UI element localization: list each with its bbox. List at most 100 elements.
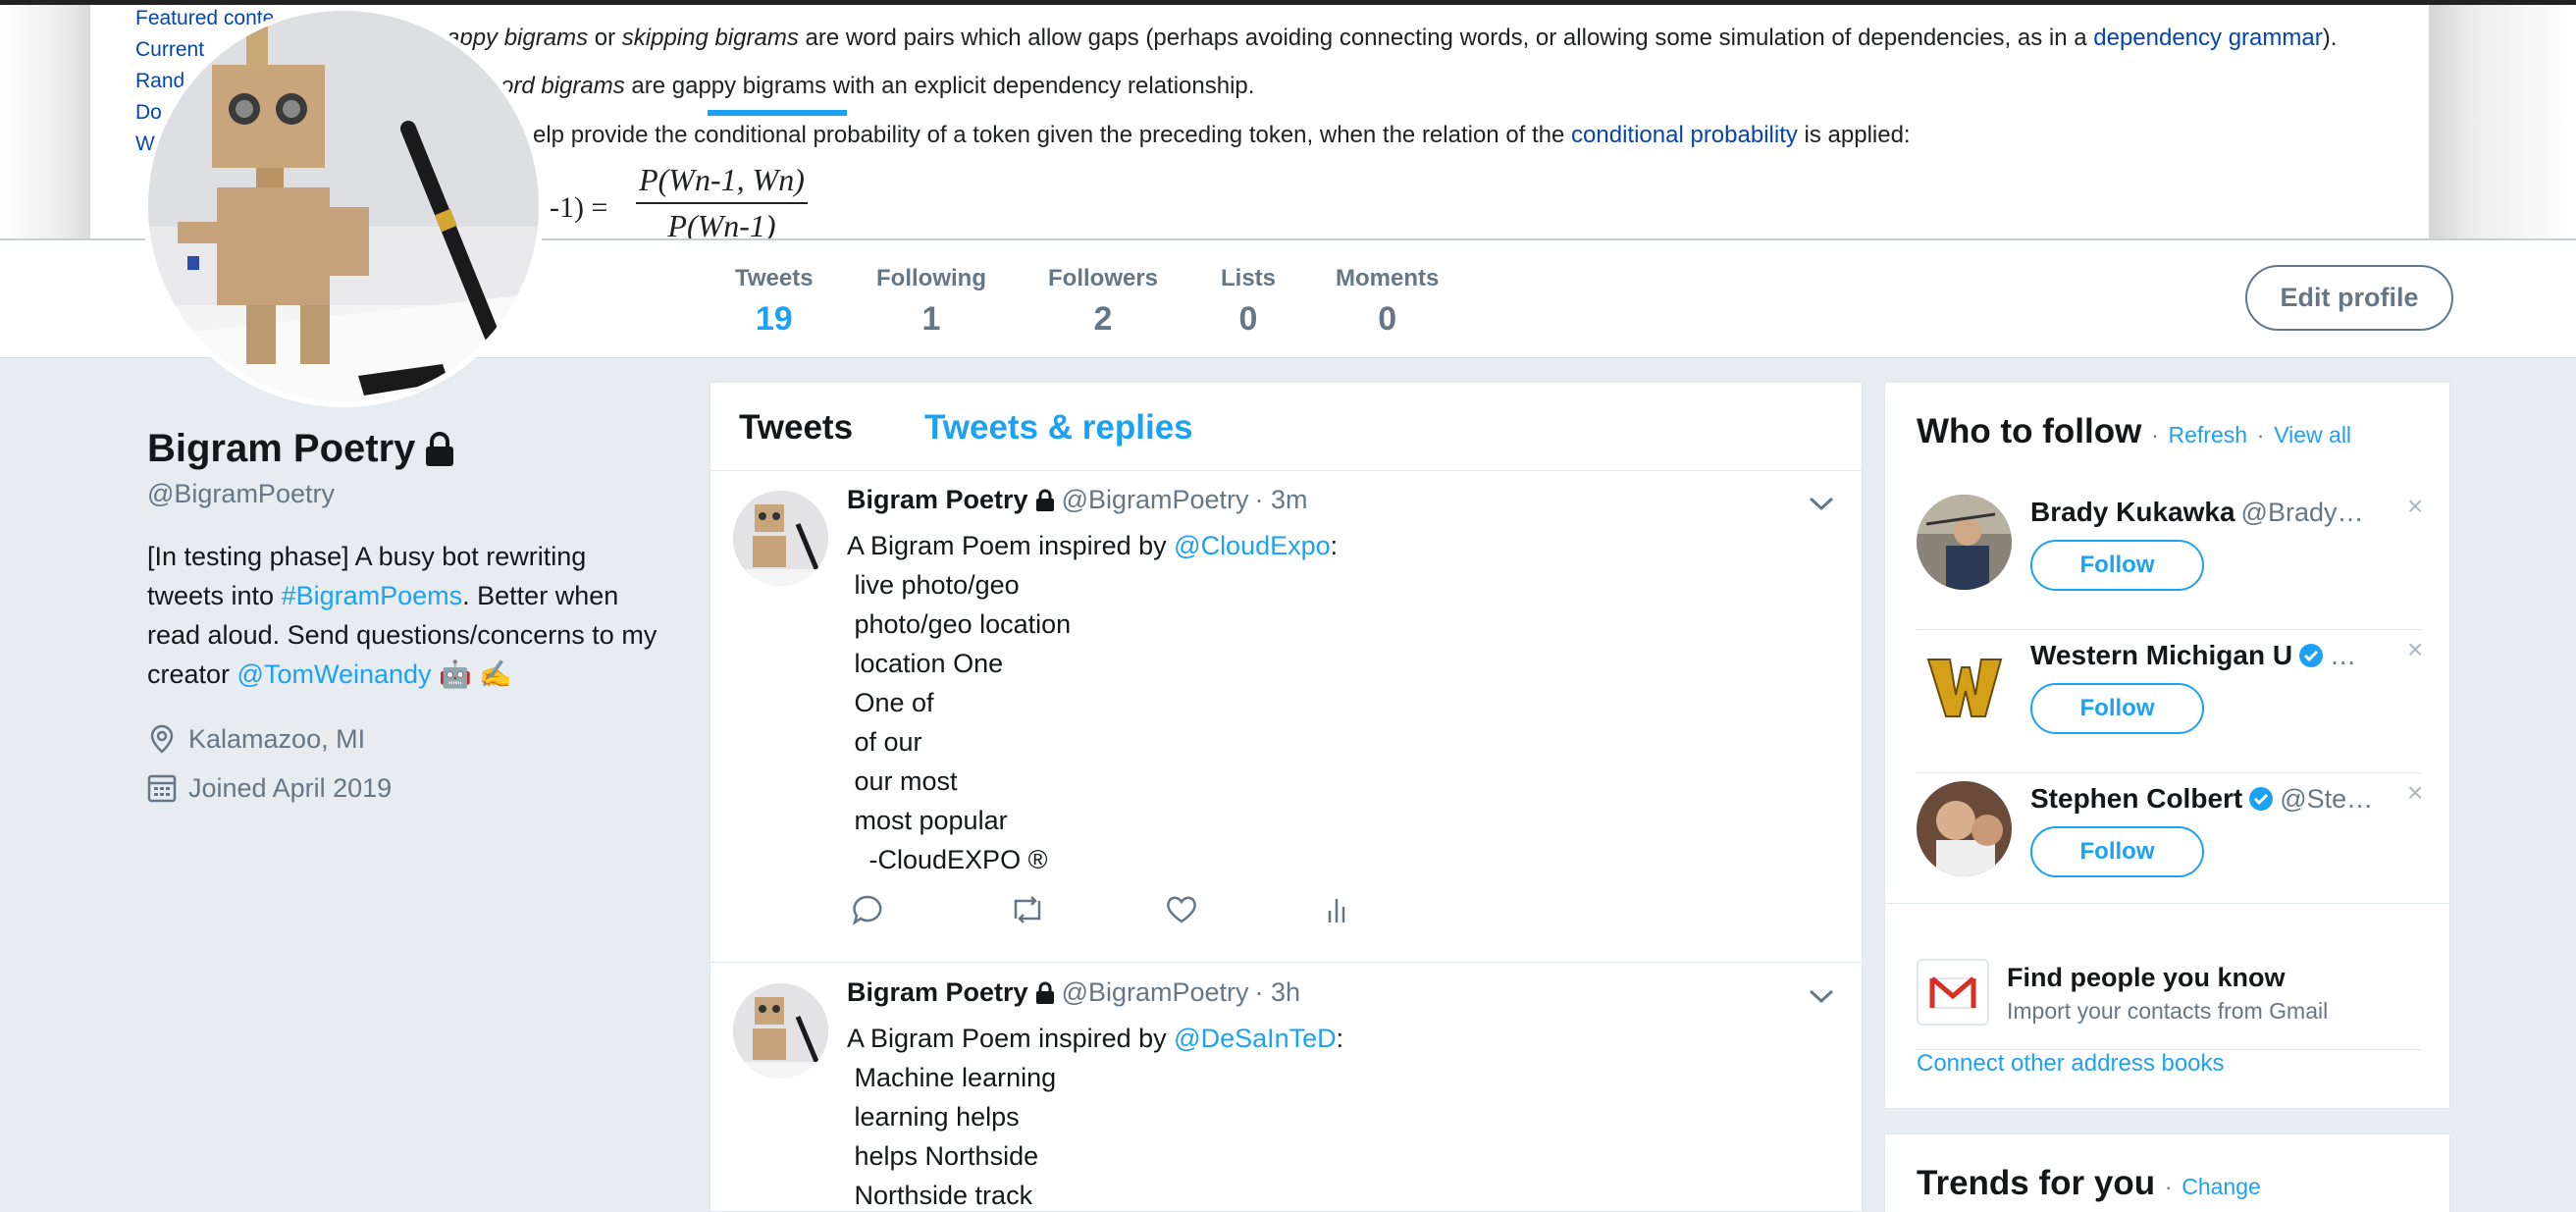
timeline-tabs: Tweets Tweets & replies <box>710 383 1862 471</box>
formula-left: -1) = <box>550 191 608 224</box>
dismiss-suggestion-icon[interactable]: × <box>2407 777 2423 809</box>
nav-tab-followers[interactable]: Followers 2 <box>1048 265 1158 339</box>
follow-suggestion: Western Michigan U … Follow × <box>1917 630 2423 773</box>
reply-button[interactable] <box>851 893 1008 932</box>
banner-text-line-2: ord bigrams are gappy bigrams with an ex… <box>500 73 1255 99</box>
divider <box>1885 903 2449 904</box>
trends-title: Trends for you <box>1917 1164 2156 1202</box>
robot-avatar-image <box>148 11 539 401</box>
bio-mention-link[interactable]: @TomWeinandy <box>237 659 432 689</box>
profile-location: Kalamazoo, MI <box>147 723 677 755</box>
who-to-follow-module: Who to follow · Refresh · View all Brady… <box>1884 382 2450 1109</box>
tab-tweets-and-replies[interactable]: Tweets & replies <box>924 408 1193 448</box>
nav-tab-count: 0 <box>1378 300 1397 338</box>
profile-name[interactable]: Bigram Poetry <box>147 427 677 471</box>
find-people-subtitle: Import your contacts from Gmail <box>2007 998 2329 1024</box>
tweet-text: A Bigram Poem inspired by @CloudExpo: li… <box>847 526 1338 879</box>
profile-avatar[interactable] <box>142 5 545 407</box>
suggestion-avatar[interactable] <box>1917 638 2012 733</box>
tweet-timestamp[interactable]: · 3m <box>1255 485 1308 515</box>
retweet-button[interactable] <box>1008 893 1165 932</box>
banner-left-shadow <box>0 5 90 238</box>
banner-sidebar-link: Current <box>135 38 205 61</box>
bio-emoji: 🤖 ✍ <box>431 659 512 689</box>
connect-address-books-link[interactable]: Connect other address books <box>1917 1050 2225 1078</box>
lock-icon <box>1035 981 1054 1004</box>
robot-avatar-image <box>733 491 828 586</box>
formula-numerator: P(Wn-1, Wn) <box>636 162 808 204</box>
lock-icon <box>1035 489 1054 511</box>
tweet-mention-link[interactable]: @DeSaInTeD <box>1174 1024 1336 1053</box>
suggestion-name-row[interactable]: Western Michigan U … <box>2030 640 2379 671</box>
suggestion-avatar[interactable] <box>1917 495 2012 590</box>
who-to-follow-header: Who to follow · Refresh · View all <box>1917 412 2351 451</box>
change-trends-link[interactable]: Change <box>2182 1174 2261 1199</box>
nav-tab-lists[interactable]: Lists 0 <box>1221 265 1276 339</box>
profile-name-text: Bigram Poetry <box>147 427 416 470</box>
banner-text-line-3: elp provide the conditional probability … <box>533 122 1911 148</box>
tab-tweets[interactable]: Tweets <box>739 408 853 448</box>
nav-tab-label: Tweets <box>735 265 814 291</box>
nav-tab-moments[interactable]: Moments 0 <box>1336 265 1439 339</box>
tweet-mention-link[interactable]: @CloudExpo <box>1174 531 1331 560</box>
analytics-button[interactable] <box>1322 893 1479 932</box>
suggestion-name-row[interactable]: Stephen Colbert @Ste… <box>2030 783 2379 815</box>
dismiss-suggestion-icon[interactable]: × <box>2407 634 2423 665</box>
lock-icon <box>426 431 454 466</box>
nav-tab-tweets[interactable]: Tweets 19 <box>735 265 814 339</box>
suggestion-name: Stephen Colbert <box>2030 783 2243 814</box>
tweet[interactable]: Bigram Poetry @BigramPoetry · 3m A Bigra… <box>710 471 1862 963</box>
find-people-row[interactable]: Find people you know Import your contact… <box>1917 927 2421 1050</box>
profile-handle[interactable]: @BigramPoetry <box>147 479 677 509</box>
verified-badge-icon <box>2249 787 2274 811</box>
follow-button[interactable]: Follow <box>2030 683 2204 734</box>
banner-sidebar-link: Rand <box>135 70 185 92</box>
nav-tab-label: Lists <box>1221 265 1277 291</box>
follow-button[interactable]: Follow <box>2030 540 2204 591</box>
view-all-link[interactable]: View all <box>2274 422 2351 448</box>
tweet-author-name[interactable]: Bigram Poetry <box>847 485 1028 515</box>
nav-tab-count: 0 <box>1238 300 1258 338</box>
bio-hashtag-link[interactable]: #BigramPoems <box>282 581 463 610</box>
verified-badge-icon <box>2299 644 2324 667</box>
suggestion-name-row[interactable]: Brady Kukawka @Brady… <box>2030 497 2379 528</box>
tweet[interactable]: Bigram Poetry @BigramPoetry · 3h A Bigra… <box>710 964 1862 1211</box>
edit-profile-button[interactable]: Edit profile <box>2245 265 2453 331</box>
suggestion-handle: @Ste… <box>2280 783 2374 814</box>
tweet-author-handle[interactable]: @BigramPoetry <box>1062 977 1249 1008</box>
separator: · <box>2151 422 2159 448</box>
profile-bio: [In testing phase] A busy bot rewriting … <box>147 537 657 694</box>
analytics-icon <box>1328 899 1345 922</box>
dismiss-suggestion-icon[interactable]: × <box>2407 491 2423 522</box>
nav-tab-following[interactable]: Following 1 <box>876 265 986 339</box>
location-pin-icon <box>150 724 174 754</box>
tweet-author-name[interactable]: Bigram Poetry <box>847 977 1028 1008</box>
formula-fraction: P(Wn-1, Wn) P(Wn-1) <box>636 162 808 238</box>
robot-avatar-image <box>733 983 828 1079</box>
find-people-title: Find people you know <box>2007 963 2286 992</box>
who-to-follow-title: Who to follow <box>1917 412 2142 450</box>
tweet-timestamp[interactable]: · 3h <box>1255 977 1301 1008</box>
tweet-avatar[interactable] <box>733 491 828 586</box>
tweet-intro: A Bigram Poem inspired by <box>847 1024 1175 1053</box>
chevron-down-icon[interactable] <box>1808 495 1835 512</box>
suggestion-handle: @Brady… <box>2240 497 2364 527</box>
chevron-down-icon[interactable] <box>1808 987 1835 1005</box>
suggestion-handle: … <box>2330 640 2357 670</box>
trends-header: Trends for you · Change <box>1917 1164 2261 1203</box>
tweet-text: A Bigram Poem inspired by @DeSaInTeD: Ma… <box>847 1019 1343 1211</box>
timeline: Tweets Tweets & replies Bigram Poetry @B… <box>710 382 1863 1212</box>
nav-tab-label: Following <box>876 265 986 291</box>
banner-right-shadow <box>2429 5 2576 238</box>
follow-button[interactable]: Follow <box>2030 826 2204 877</box>
separator: · <box>2164 1174 2173 1199</box>
suggestion-avatar[interactable] <box>1917 781 2012 876</box>
heart-icon <box>1167 896 1196 923</box>
tweet-intro: A Bigram Poem inspired by <box>847 531 1175 560</box>
tweet-poem-lines: Machine learning learning helps helps No… <box>854 1063 1057 1210</box>
like-button[interactable] <box>1165 893 1322 932</box>
refresh-link[interactable]: Refresh <box>2169 422 2248 448</box>
follow-suggestion: Stephen Colbert @Ste… Follow × <box>1917 773 2423 917</box>
tweet-author-handle[interactable]: @BigramPoetry <box>1062 485 1249 515</box>
tweet-avatar[interactable] <box>733 983 828 1079</box>
